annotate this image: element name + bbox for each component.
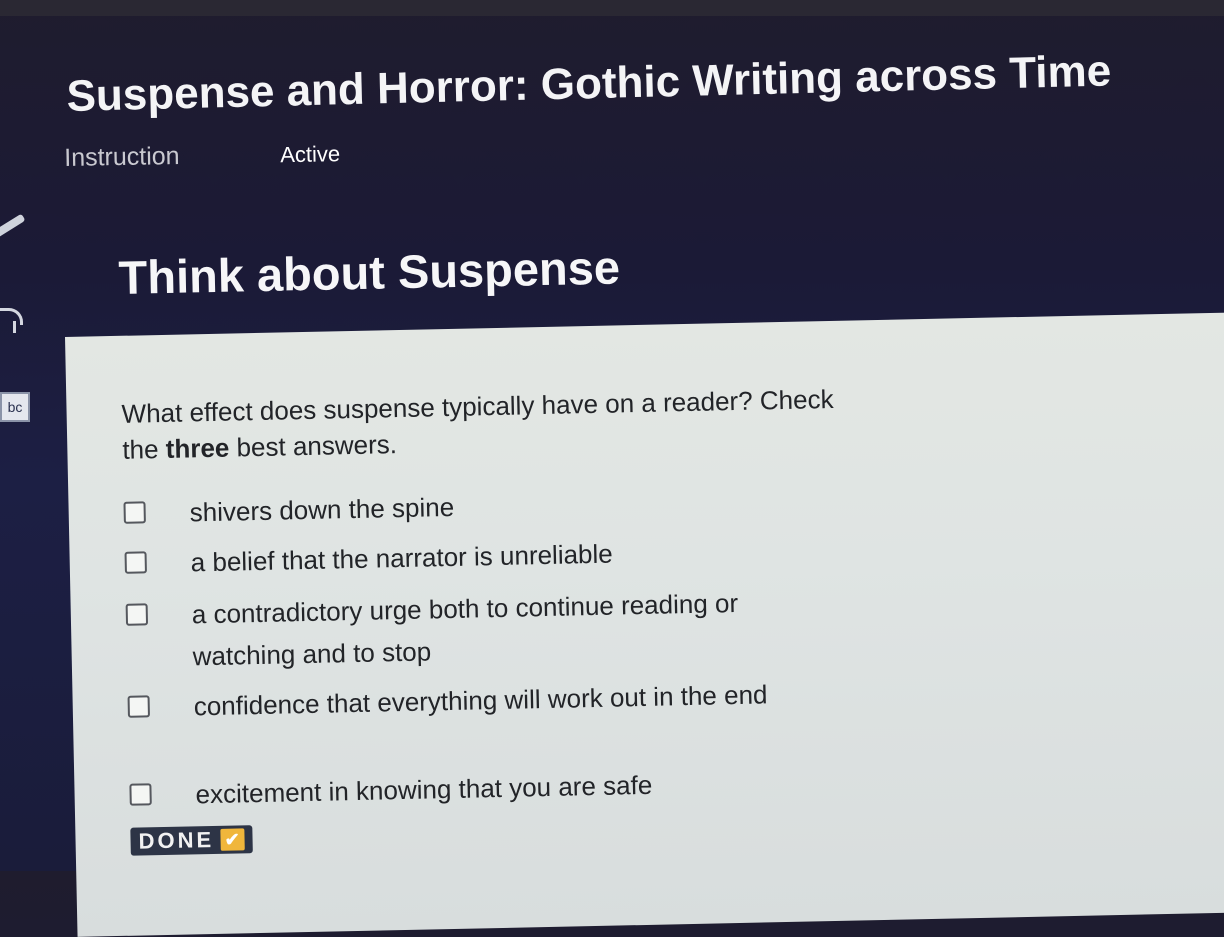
checkmark-icon: ✔ — [219, 828, 245, 851]
answer-option-label: confidence that everything will work out… — [193, 679, 768, 722]
answer-option-label: a belief that the narrator is unreliable — [190, 538, 614, 578]
lesson-title: Suspense and Horror: Gothic Writing acro… — [66, 46, 1112, 121]
answer-option[interactable]: a contradictory urge both to continue re… — [125, 585, 826, 671]
answer-option-label: excitement in knowing that you are safe — [195, 769, 653, 810]
answer-option[interactable]: confidence that everything will work out… — [127, 677, 827, 721]
checkbox[interactable] — [125, 603, 149, 626]
answer-option-label: shivers down the spine — [189, 491, 455, 528]
done-button[interactable]: DONE ✔ — [130, 825, 253, 856]
question-prompt-emphasis: three — [165, 432, 230, 464]
audio-icon[interactable] — [0, 308, 23, 333]
question-prompt: What effect does suspense typically have… — [121, 381, 842, 468]
checkbox[interactable] — [123, 501, 146, 524]
tab-instruction[interactable]: Instruction — [64, 142, 180, 173]
translate-icon[interactable]: bc — [0, 392, 30, 422]
browser-top-edge — [0, 0, 1224, 16]
answer-option[interactable]: shivers down the spine — [123, 483, 823, 527]
activity-status: Active — [280, 141, 341, 168]
answer-option[interactable]: a belief that the narrator is unreliable — [124, 533, 824, 577]
question-panel: What effect does suspense typically have… — [65, 311, 1224, 937]
answer-option[interactable]: excitement in knowing that you are safe — [129, 765, 829, 809]
section-title: Think about Suspense — [118, 240, 621, 304]
checkbox[interactable] — [124, 551, 147, 574]
checkbox[interactable] — [127, 695, 150, 718]
question-prompt-end: best answers. — [228, 429, 398, 463]
checkbox[interactable] — [129, 783, 152, 806]
answer-option-label: a contradictory urge both to continue re… — [191, 587, 739, 672]
done-button-label: DONE — [138, 826, 215, 854]
pencil-icon[interactable] — [0, 213, 26, 239]
